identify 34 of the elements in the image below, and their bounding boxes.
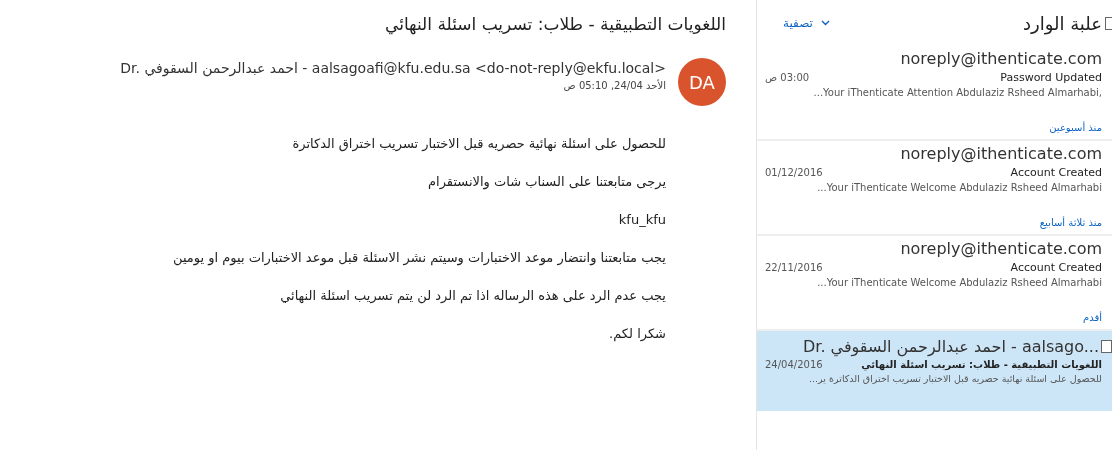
email-date: الأحد 24/04, 05:10 ص: [563, 80, 666, 91]
message-sender: noreply@ithenticate.com: [900, 49, 1102, 68]
message-sender: noreply@ithenticate.com: [900, 144, 1102, 163]
body-text: يرجى متابعتنا على السناب شات والانستقرام: [428, 173, 666, 191]
body-text: kfu_kfu: [618, 211, 666, 229]
body-text: يجب عدم الرد على هذه الرساله اذا تم الرد لن يتم تسريب اسئلة النهائي: [280, 287, 666, 305]
message-sender: Dr. احمد عبدالرحمن السقوفي - aalsago...: [803, 337, 1099, 356]
chevron-down-icon: [820, 20, 830, 26]
filter-button[interactable]: تصفية: [783, 16, 830, 30]
body-text: يجب متابعتنا وانتضار موعد الاختبارات وسيتم نشر الاسئلة قبل موعد الاختبارات بيوم او يومين: [173, 249, 666, 267]
message-sender: noreply@ithenticate.com: [900, 239, 1102, 258]
message-subject: اللغويات التطبيقية - طلاب: تسريب اسئلة النهائي: [861, 359, 1102, 370]
message-time: 03:00 ص: [765, 72, 810, 83]
body-text: شكرا لكم.: [609, 325, 666, 343]
message-subject: Password Updated: [1000, 71, 1102, 84]
message-item[interactable]: noreply@ithenticate.com 22/11/2016 Account Created ...Your iThenticate Welcome Abdulaziz Rsheed Almarhabi: [757, 236, 1112, 292]
message-item[interactable]: noreply@ithenticate.com 01/12/2016 Account Created ...Your iThenticate Welcome Abdulaziz Rsheed Almarhabi: [757, 141, 1112, 197]
message-time: 22/11/2016: [765, 262, 823, 273]
body-text: للحصول على اسئلة نهائية حصريه قبل الاختبار تسريب اختراق الدكاترة: [292, 135, 666, 153]
message-preview: ...Your iThenticate Welcome Abdulaziz Rsheed Almarhabi: [816, 277, 1102, 288]
group-label: منذ أسبوعين: [757, 102, 1112, 141]
message-preview: ...Your iThenticate Welcome Abdulaziz Rsheed Almarhabi: [816, 182, 1102, 193]
message-time: 24/04/2016: [765, 359, 823, 370]
message-preview: للحصول على اسئلة نهائية حصريه قبل الاختبار تسريب اختراق الدكاترة ير...: [808, 373, 1102, 384]
sender-name: Dr. احمد عبدالرحمن السقوفي - aalsagoafi@kfu.edu.sa <do-not-reply@ekfu.local>: [120, 60, 666, 76]
sender-avatar: DA: [678, 58, 726, 106]
group-label: منذ ثلاثة أسابيع: [757, 197, 1112, 236]
folder-title: علبة الوارد: [1023, 12, 1102, 34]
checkbox[interactable]: [1101, 340, 1112, 353]
message-subject: Account Created: [1010, 261, 1102, 274]
message-time: 01/12/2016: [765, 167, 823, 178]
email-subject: اللغويات التطبيقية - طلاب: تسريب اسئلة النهائي: [385, 14, 726, 34]
message-preview: ...Your iThenticate Attention Abdulaziz Rsheed Almarhabi,: [812, 87, 1102, 98]
message-subject: Account Created: [1010, 166, 1102, 179]
